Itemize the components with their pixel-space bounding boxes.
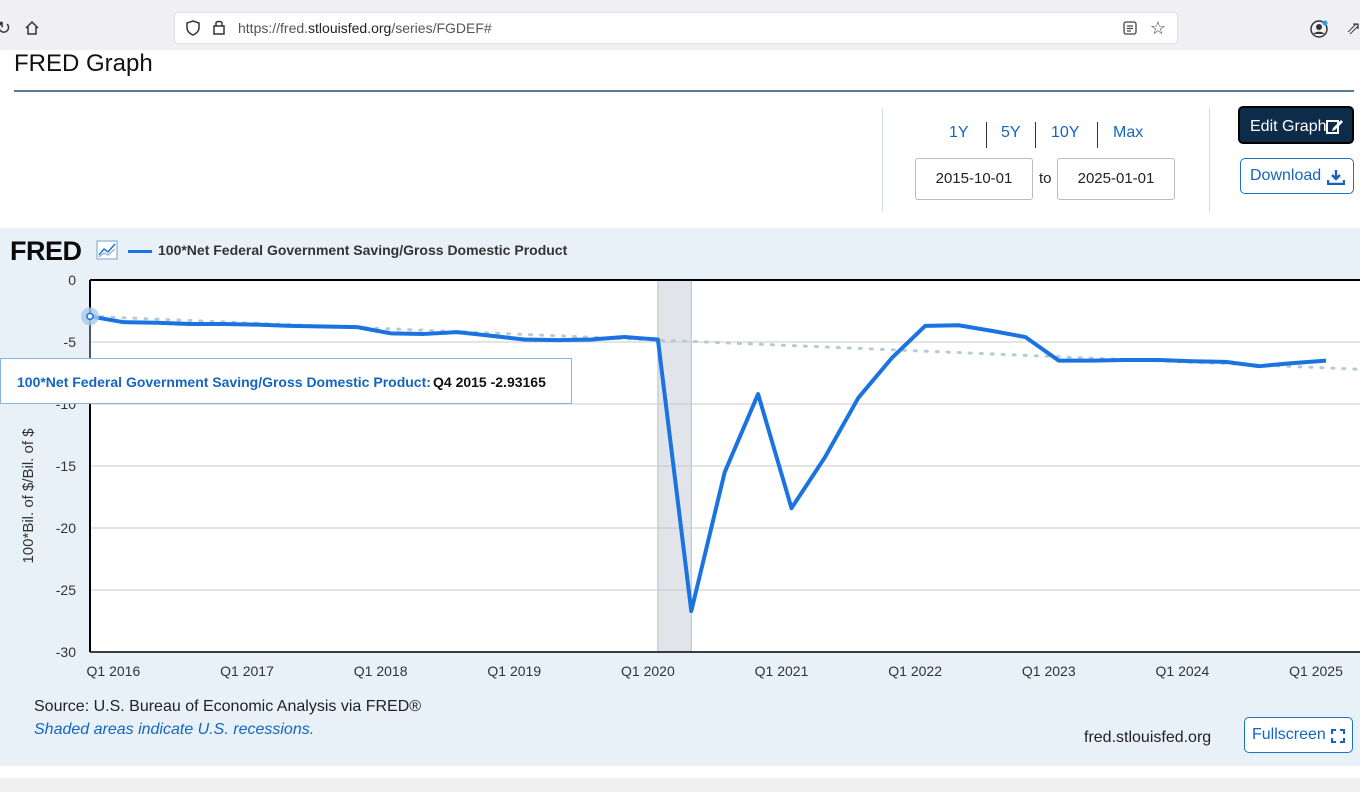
x-tick-label: Q1 2018 <box>354 663 408 679</box>
download-button[interactable]: Download <box>1240 158 1354 194</box>
series-legend: 100*Net Federal Government Saving/Gross … <box>158 242 568 258</box>
end-date-input[interactable]: 2025-01-01 <box>1057 158 1175 200</box>
x-tick-label: Q1 2024 <box>1156 663 1210 679</box>
x-tick-label: Q1 2025 <box>1289 663 1343 679</box>
edit-icon <box>1326 120 1343 134</box>
fullscreen-label: Fullscreen <box>1252 726 1326 743</box>
x-tick-label: Q1 2023 <box>1022 663 1076 679</box>
date-range-controls: 1Y 5Y 10Y Max 2015-10-01 to 2025-01-01 <box>882 108 1210 212</box>
home-icon[interactable] <box>24 20 40 36</box>
y-tick-label: -20 <box>56 520 76 536</box>
x-tick-label: Q1 2021 <box>755 663 809 679</box>
y-tick-label: -30 <box>56 644 76 660</box>
tooltip-value: Q4 2015 -2.93165 <box>433 374 546 390</box>
y-tick-label: -25 <box>56 582 76 598</box>
recession-note: Shaded areas indicate U.S. recessions. <box>34 721 315 738</box>
range-1y-link[interactable]: 1Y <box>949 124 969 142</box>
download-icon <box>1327 170 1345 185</box>
star-icon[interactable]: ☆ <box>1150 18 1166 39</box>
legend-swatch <box>128 250 152 253</box>
range-5y-link[interactable]: 5Y <box>1001 124 1021 142</box>
page-bottom-strip <box>0 778 1360 792</box>
reload-icon[interactable]: ↻ <box>0 18 11 39</box>
x-tick-label: Q1 2017 <box>220 663 274 679</box>
title-divider <box>14 90 1354 92</box>
range-max-link[interactable]: Max <box>1113 124 1143 142</box>
site-url: fred.stlouisfed.org <box>1084 729 1212 746</box>
x-tick-label: Q1 2019 <box>487 663 541 679</box>
edit-graph-label: Edit Graph <box>1250 118 1327 135</box>
to-label: to <box>1039 170 1052 187</box>
y-axis-label: 100*Bil. of $/Bil. of $ <box>20 428 37 564</box>
lock-icon[interactable] <box>212 19 226 35</box>
download-label: Download <box>1250 167 1322 184</box>
fullscreen-icon <box>1331 729 1345 743</box>
account-icon[interactable] <box>1310 20 1328 38</box>
y-tick-label: 0 <box>68 272 76 288</box>
browser-toolbar: ↻ https://fred.stlouisfed.org/series/FGD… <box>0 0 1360 50</box>
y-tick-label: -5 <box>64 334 77 350</box>
x-tick-label: Q1 2020 <box>621 663 675 679</box>
tooltip-series-name: 100*Net Federal Government Saving/Gross … <box>17 374 431 390</box>
y-tick-label: -15 <box>56 458 76 474</box>
edit-graph-button[interactable]: Edit Graph <box>1238 106 1354 144</box>
fred-logo: FRED <box>10 236 82 266</box>
range-10y-link[interactable]: 10Y <box>1051 124 1079 142</box>
url-text[interactable]: https://fred.stlouisfed.org/series/FGDEF… <box>238 20 492 36</box>
extensions-icon[interactable]: ⇗ <box>1346 18 1360 39</box>
x-tick-label: Q1 2016 <box>87 663 141 679</box>
line-chart-icon <box>96 240 118 260</box>
start-date-input[interactable]: 2015-10-01 <box>915 158 1033 200</box>
shield-icon[interactable] <box>186 20 200 36</box>
address-bar[interactable]: https://fred.stlouisfed.org/series/FGDEF… <box>174 12 1178 44</box>
page-title: FRED Graph <box>14 50 153 77</box>
range-links: 1Y 5Y 10Y Max <box>883 118 1209 148</box>
reader-icon[interactable] <box>1122 20 1138 36</box>
line-chart[interactable]: 0-5-10-15-20-25-30Q1 2016 Q1 2017 Q1 2018 Q… <box>0 228 1360 698</box>
graph-panel: 0 -5 -10 -15 -20 -25 -30 Q1 2016 Q1 2017 Q1 2018 Q… <box>0 228 1360 766</box>
data-tooltip: 100*Net Federal Government Saving/Gross … <box>0 358 572 404</box>
fullscreen-button[interactable]: Fullscreen <box>1244 717 1353 753</box>
hover-point[interactable] <box>86 312 94 321</box>
x-tick-label: Q1 2022 <box>888 663 942 679</box>
range-separator <box>1097 122 1098 148</box>
range-separator <box>986 122 987 148</box>
range-separator <box>1035 122 1036 148</box>
source-note: Source: U.S. Bureau of Economic Analysis… <box>34 698 422 715</box>
